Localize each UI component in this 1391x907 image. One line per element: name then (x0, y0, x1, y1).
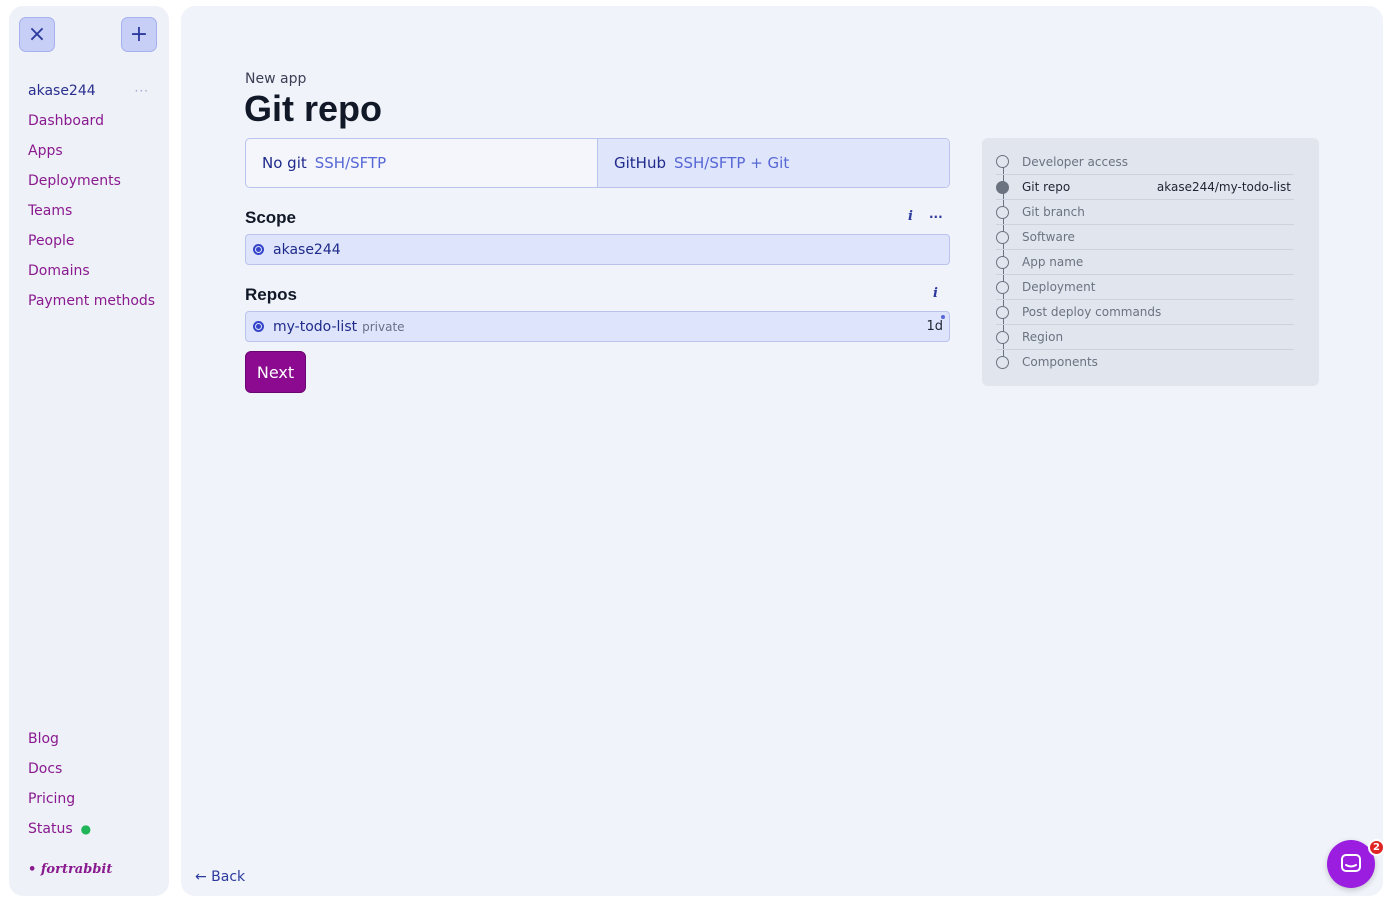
sidebar-item-deployments[interactable]: Deployments (28, 166, 157, 196)
wizard-steps: Developer access Git repo akase244/my-to… (982, 138, 1319, 386)
sidebar-item-blog[interactable]: Blog (28, 724, 157, 754)
repo-name: my-todo-list (273, 318, 358, 335)
sidebar: × + akase244 ··· Dashboard Apps Deployme… (9, 6, 169, 896)
chat-bubble-icon (1341, 854, 1361, 872)
step-label: Git repo (1022, 180, 1071, 194)
main-panel: New app Git repo No git SSH/SFTP GitHub … (181, 6, 1383, 896)
close-sidebar-button[interactable]: × (19, 17, 55, 52)
step-post-deploy-commands: Post deploy commands (996, 299, 1294, 324)
sidebar-item-teams[interactable]: Teams (28, 196, 157, 226)
step-git-branch: Git branch (996, 199, 1294, 224)
repos-heading: Repos (245, 285, 297, 304)
step-git-repo: Git repo akase244/my-todo-list (996, 174, 1294, 199)
back-link[interactable]: ← Back (195, 869, 245, 885)
sidebar-item-status[interactable]: Status ● (28, 814, 157, 844)
step-label: Git branch (1022, 205, 1085, 219)
step-pending-icon (996, 305, 1009, 319)
tab-sub-label: SSH/SFTP (314, 154, 387, 172)
step-pending-icon (996, 155, 1009, 168)
step-pending-icon (996, 355, 1009, 369)
repo-option-my-todo-list[interactable]: my-todo-list private 1d (245, 311, 950, 342)
scope-option-label: akase244 (273, 241, 341, 258)
user-name: akase244 (28, 83, 96, 99)
sidebar-item-pricing[interactable]: Pricing (28, 784, 157, 814)
radio-selected-icon (253, 244, 264, 255)
step-label: App name (1022, 255, 1084, 269)
sidebar-item-dashboard[interactable]: Dashboard (28, 106, 157, 136)
git-mode-tabs: No git SSH/SFTP GitHub SSH/SFTP + Git (245, 138, 950, 188)
step-pending-icon (996, 230, 1009, 244)
scope-info-icon[interactable]: i (908, 209, 913, 224)
step-software: Software (996, 224, 1294, 249)
step-deployment: Deployment (996, 274, 1294, 299)
add-app-button[interactable]: + (121, 17, 157, 52)
sidebar-nav: akase244 ··· Dashboard Apps Deployments … (28, 76, 157, 316)
step-label: Deployment (1022, 280, 1096, 294)
close-icon: × (27, 21, 47, 47)
fortrabbit-logo[interactable]: • fortrabbit (28, 862, 112, 877)
step-value: akase244/my-todo-list (1156, 180, 1291, 194)
breadcrumb: New app (245, 71, 307, 87)
status-indicator-icon: ● (80, 822, 92, 836)
tab-label: No git (262, 154, 307, 172)
tab-no-git[interactable]: No git SSH/SFTP (246, 139, 597, 187)
radio-selected-icon (253, 321, 264, 332)
plus-icon: + (129, 21, 149, 47)
step-label: Region (1022, 330, 1064, 344)
sidebar-item-domains[interactable]: Domains (28, 256, 157, 286)
sidebar-footer-nav: Blog Docs Pricing Status ● (28, 724, 157, 844)
step-label: Developer access (1022, 154, 1128, 169)
page-title: Git repo (244, 88, 383, 129)
user-menu-icon[interactable]: ··· (135, 84, 149, 98)
scope-option-akase244[interactable]: akase244 (245, 234, 950, 265)
step-pending-icon (996, 205, 1009, 219)
repos-info-icon[interactable]: i (933, 286, 938, 301)
repo-visibility: private (362, 319, 405, 334)
tab-github[interactable]: GitHub SSH/SFTP + Git (597, 139, 949, 187)
sidebar-item-payment-methods[interactable]: Payment methods (28, 286, 157, 316)
step-label: Post deploy commands (1022, 305, 1162, 319)
sidebar-item-user[interactable]: akase244 ··· (28, 76, 157, 106)
step-label: Software (1022, 230, 1075, 244)
tab-label: GitHub (614, 154, 666, 172)
tab-sub-label: SSH/SFTP + Git (673, 154, 790, 172)
step-components: Components (996, 349, 1294, 374)
step-developer-access: Developer access (996, 149, 1294, 174)
repo-age: 1d (926, 319, 943, 334)
sidebar-item-docs[interactable]: Docs (28, 754, 157, 784)
step-region: Region (996, 324, 1294, 349)
scope-more-icon[interactable]: ··· (929, 210, 943, 224)
step-app-name: App name (996, 249, 1294, 274)
status-label: Status (28, 821, 73, 837)
step-label: Components (1022, 355, 1098, 369)
sidebar-item-people[interactable]: People (28, 226, 157, 256)
sidebar-item-apps[interactable]: Apps (28, 136, 157, 166)
step-pending-icon (996, 255, 1009, 269)
step-current-icon (996, 180, 1009, 194)
chat-notification-badge: 2 (1368, 839, 1385, 856)
step-pending-icon (996, 280, 1009, 294)
scope-heading: Scope (245, 208, 297, 227)
step-pending-icon (996, 330, 1009, 344)
next-button[interactable]: Next (245, 351, 306, 393)
